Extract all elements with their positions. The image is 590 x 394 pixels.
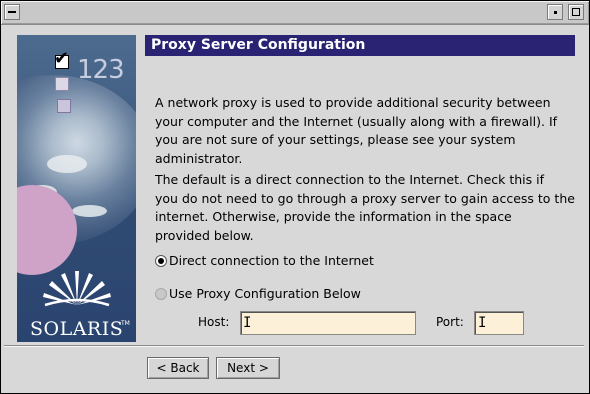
port-label: Port: [436, 315, 464, 329]
host-input[interactable]: I [240, 311, 416, 335]
checkmark-icon: ✔ [54, 48, 70, 69]
maximize-icon [572, 8, 580, 16]
title-bar [1, 1, 589, 25]
sidebar-art: 123 ✔ SOLARIS TM [17, 35, 136, 342]
page-title: Proxy Server Configuration [145, 35, 575, 56]
direct-connection-label[interactable]: Direct connection to the Internet [169, 253, 374, 269]
direct-connection-radio[interactable] [155, 255, 167, 267]
proxy-description: A network proxy is used to provide addit… [155, 95, 558, 166]
direct-connection-description: The default is a direct connection to th… [155, 172, 575, 243]
cloud-shape [72, 205, 107, 217]
proxy-config-option[interactable]: Use Proxy Configuration Below [155, 286, 361, 302]
minimize-icon [554, 11, 557, 14]
button-bar-divider [4, 345, 584, 347]
proxy-config-label[interactable]: Use Proxy Configuration Below [169, 286, 361, 302]
unchecked-box-art [57, 99, 71, 113]
art-number: 123 [77, 55, 125, 85]
menu-bar-icon [8, 11, 16, 13]
back-button[interactable]: < Back [147, 357, 209, 379]
maximize-button[interactable] [568, 4, 584, 20]
text-cursor-icon: I [243, 315, 252, 331]
host-label: Host: [198, 315, 230, 329]
text-cursor-icon: I [478, 315, 487, 331]
solaris-brand: SOLARIS [30, 318, 124, 340]
sun-rays-logo-icon [43, 271, 111, 307]
trademark-mark: TM [121, 320, 130, 327]
direct-connection-option[interactable]: Direct connection to the Internet [155, 253, 374, 269]
proxy-config-radio[interactable] [155, 288, 167, 300]
next-button[interactable]: Next > [216, 357, 280, 379]
window-menu-button[interactable] [4, 4, 20, 20]
checked-box-art: ✔ [54, 48, 69, 69]
unchecked-box-art [55, 77, 69, 91]
cloud-shape [47, 155, 87, 173]
minimize-button[interactable] [547, 4, 563, 20]
port-input[interactable]: I [474, 311, 524, 335]
